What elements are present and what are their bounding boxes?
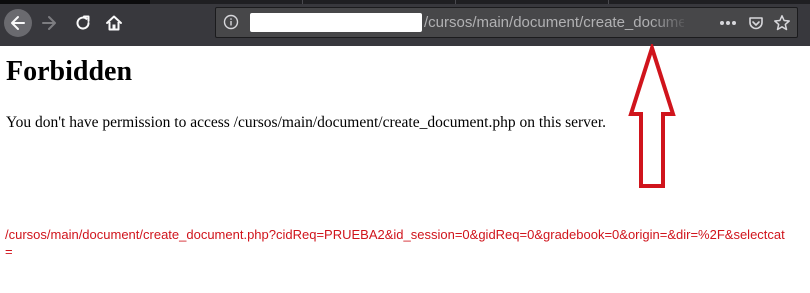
url-path-text[interactable]: /cursos/main/document/create_document.: [424, 14, 684, 31]
url-fade-overlay: [650, 10, 690, 36]
more-actions-icon: [720, 21, 736, 25]
info-icon[interactable]: [223, 14, 239, 30]
page-title: Forbidden: [6, 56, 133, 87]
annotation-arrow-icon: [628, 44, 676, 188]
pocket-button[interactable]: [746, 13, 766, 33]
bookmark-button[interactable]: [772, 13, 792, 33]
forward-arrow-icon: [42, 16, 56, 30]
error-message: You don't have permission to access /cur…: [6, 114, 606, 131]
back-arrow-icon: [11, 16, 25, 30]
back-button[interactable]: [4, 9, 32, 37]
more-actions-button[interactable]: [718, 13, 738, 33]
redacted-hostname: [250, 13, 422, 32]
reload-button[interactable]: [69, 9, 97, 37]
forward-button[interactable]: [35, 9, 63, 37]
tab-strip: [0, 0, 810, 4]
home-button[interactable]: [100, 9, 128, 37]
home-icon: [106, 15, 122, 31]
reload-icon: [76, 15, 90, 30]
annotation-full-url: /cursos/main/document/create_document.ph…: [5, 227, 785, 259]
star-icon: [774, 15, 790, 31]
pocket-icon: [749, 17, 763, 30]
